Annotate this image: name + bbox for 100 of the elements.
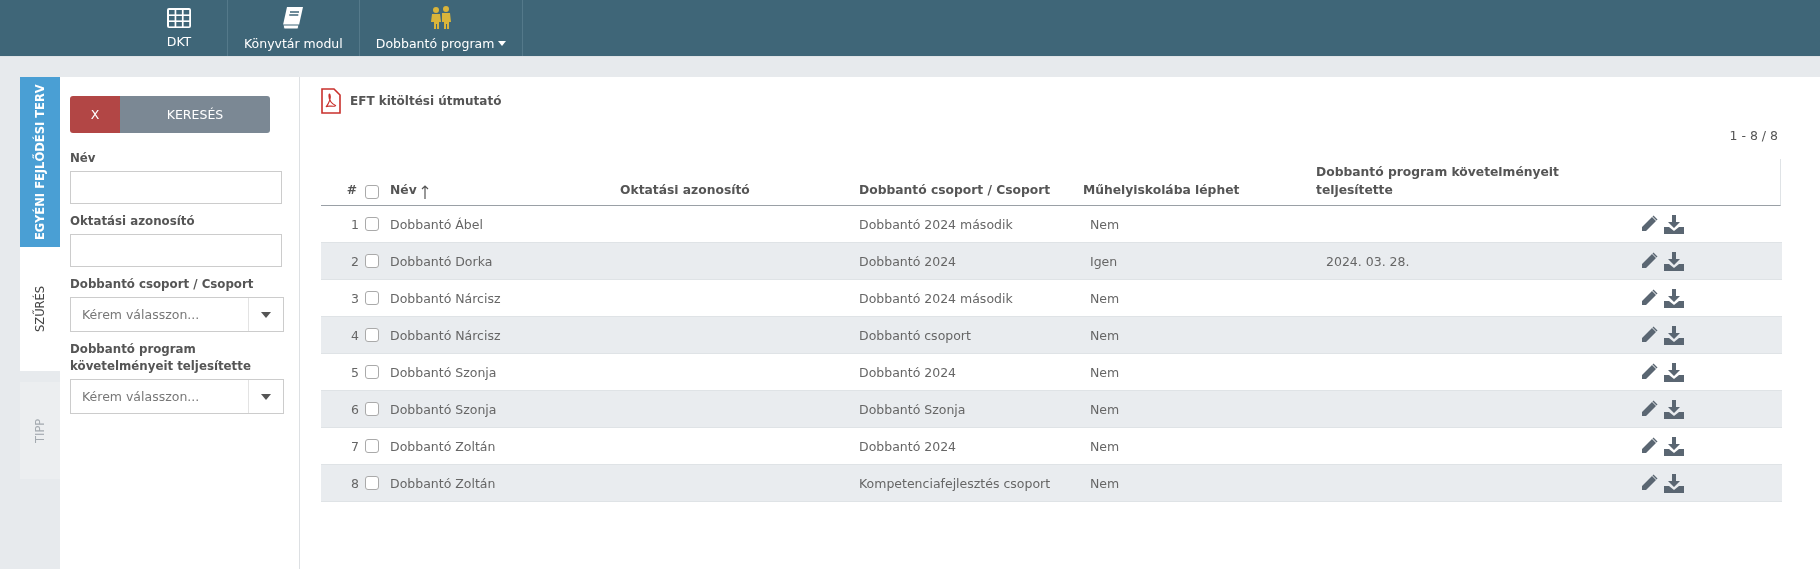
row-checkbox[interactable]: [365, 217, 379, 231]
row-number: 1: [351, 216, 359, 232]
row-number: 3: [351, 290, 359, 306]
nav-item[interactable]: Dobbantó program: [359, 0, 524, 56]
pdf-file-icon: [321, 88, 341, 114]
table-cell: Dobbantó 2024: [859, 253, 957, 269]
edit-button[interactable]: [1640, 252, 1658, 270]
input-field[interactable]: [70, 171, 282, 204]
book-icon: [282, 5, 305, 30]
grid-icon: [167, 7, 191, 28]
table-cell: Nem: [1090, 364, 1120, 380]
table-cell: Nem: [1090, 401, 1120, 417]
download-button[interactable]: [1664, 325, 1684, 345]
download-icon: [1664, 473, 1684, 493]
table-cell: Dobbantó 2024 második: [859, 290, 1013, 306]
nav-item[interactable]: DKT: [131, 0, 228, 56]
table-cell: Dobbantó Ábel: [390, 216, 483, 232]
nav-item[interactable]: Könyvtár modul: [228, 0, 360, 56]
download-button[interactable]: [1664, 436, 1684, 456]
download-button[interactable]: [1664, 214, 1684, 234]
guide-link[interactable]: EFT kitöltési útmutató: [350, 94, 502, 108]
pencil-icon: [1640, 215, 1658, 233]
edit-button[interactable]: [1640, 400, 1658, 418]
table-cell: Dobbantó csoport: [859, 327, 971, 343]
column-header[interactable]: Dobbantó program követelményeit teljesítette: [1316, 163, 1640, 199]
column-header[interactable]: Oktatási azonosító: [620, 181, 750, 199]
table-cell: Dobbantó 2024 második: [859, 216, 1013, 232]
row-number: 5: [351, 364, 359, 380]
sort-ascending-icon[interactable]: [420, 185, 429, 199]
download-button[interactable]: [1664, 251, 1684, 271]
edit-button[interactable]: [1640, 215, 1658, 233]
download-icon: [1664, 362, 1684, 382]
table-cell: Nem: [1090, 216, 1120, 232]
download-icon: [1664, 399, 1684, 419]
table-cell: Dobbantó Dorka: [390, 253, 493, 269]
edit-button[interactable]: [1640, 326, 1658, 344]
input-field[interactable]: [70, 234, 282, 267]
table-cell: 2024. 03. 28.: [1326, 253, 1410, 269]
row-checkbox[interactable]: [365, 402, 379, 416]
download-button[interactable]: [1664, 473, 1684, 493]
edit-button[interactable]: [1640, 363, 1658, 381]
table-cell: Kompetenciafejlesztés csoport: [859, 475, 1051, 491]
row-number: 7: [351, 438, 359, 454]
column-header[interactable]: Dobbantó csoport / Csoport: [859, 181, 1051, 199]
table-cell: Nem: [1090, 475, 1120, 491]
edit-button[interactable]: [1640, 437, 1658, 455]
row-number: 6: [351, 401, 359, 417]
row-checkbox[interactable]: [365, 328, 379, 342]
select-field[interactable]: Kérem válasszon...: [70, 379, 284, 414]
pencil-icon: [1640, 474, 1658, 492]
row-number: 8: [351, 475, 359, 491]
column-header: #: [346, 182, 357, 199]
row-checkbox[interactable]: [365, 476, 379, 490]
download-icon: [1664, 288, 1684, 308]
table-cell: Dobbantó Nárcisz: [390, 327, 501, 343]
table-cell: Dobbantó Nárcisz: [390, 290, 501, 306]
column-header[interactable]: Műhelyiskolába léphet: [1083, 181, 1240, 199]
download-icon: [1664, 251, 1684, 271]
clear-button[interactable]: X: [70, 96, 120, 133]
row-checkbox[interactable]: [365, 254, 379, 268]
search-button[interactable]: KERESÉS: [120, 96, 270, 133]
edit-button[interactable]: [1640, 474, 1658, 492]
table-cell: Dobbantó Zoltán: [390, 475, 496, 491]
row-checkbox[interactable]: [365, 439, 379, 453]
pencil-icon: [1640, 400, 1658, 418]
select-field[interactable]: Kérem válasszon...: [70, 297, 284, 332]
table-cell: Nem: [1090, 327, 1120, 343]
table-cell: Nem: [1090, 290, 1120, 306]
caret-icon: [261, 393, 271, 400]
field-label: Név: [70, 150, 97, 167]
edit-button[interactable]: [1640, 289, 1658, 307]
table-cell: Dobbantó Szonja: [390, 364, 497, 380]
row-checkbox[interactable]: [365, 291, 379, 305]
caret-icon: [261, 311, 271, 318]
download-icon: [1664, 214, 1684, 234]
pencil-icon: [1640, 252, 1658, 270]
field-label: Dobbantó program követelményeit teljesítette: [70, 341, 252, 375]
table-cell: Dobbantó 2024: [859, 364, 957, 380]
pagination-info: 1 - 8 / 8: [1728, 128, 1779, 143]
field-label: Dobbantó csoport / Csoport: [70, 276, 255, 293]
table-cell: Nem: [1090, 438, 1120, 454]
select-all-checkbox[interactable]: [365, 185, 379, 199]
table-cell: Igen: [1090, 253, 1118, 269]
table-cell: Dobbantó Szonja: [390, 401, 497, 417]
row-number: 4: [351, 327, 359, 343]
pencil-icon: [1640, 326, 1658, 344]
row-checkbox[interactable]: [365, 365, 379, 379]
download-icon: [1664, 325, 1684, 345]
column-header[interactable]: Név: [390, 181, 417, 199]
pencil-icon: [1640, 289, 1658, 307]
row-number: 2: [351, 253, 359, 269]
download-button[interactable]: [1664, 362, 1684, 382]
pencil-icon: [1640, 363, 1658, 381]
download-button[interactable]: [1664, 288, 1684, 308]
download-button[interactable]: [1664, 399, 1684, 419]
table-cell: Dobbantó Zoltán: [390, 438, 496, 454]
field-label: Oktatási azonosító: [70, 213, 196, 230]
download-icon: [1664, 436, 1684, 456]
table-cell: Dobbantó 2024: [859, 438, 957, 454]
side-tab[interactable]: SZŰRÉS: [20, 247, 60, 371]
